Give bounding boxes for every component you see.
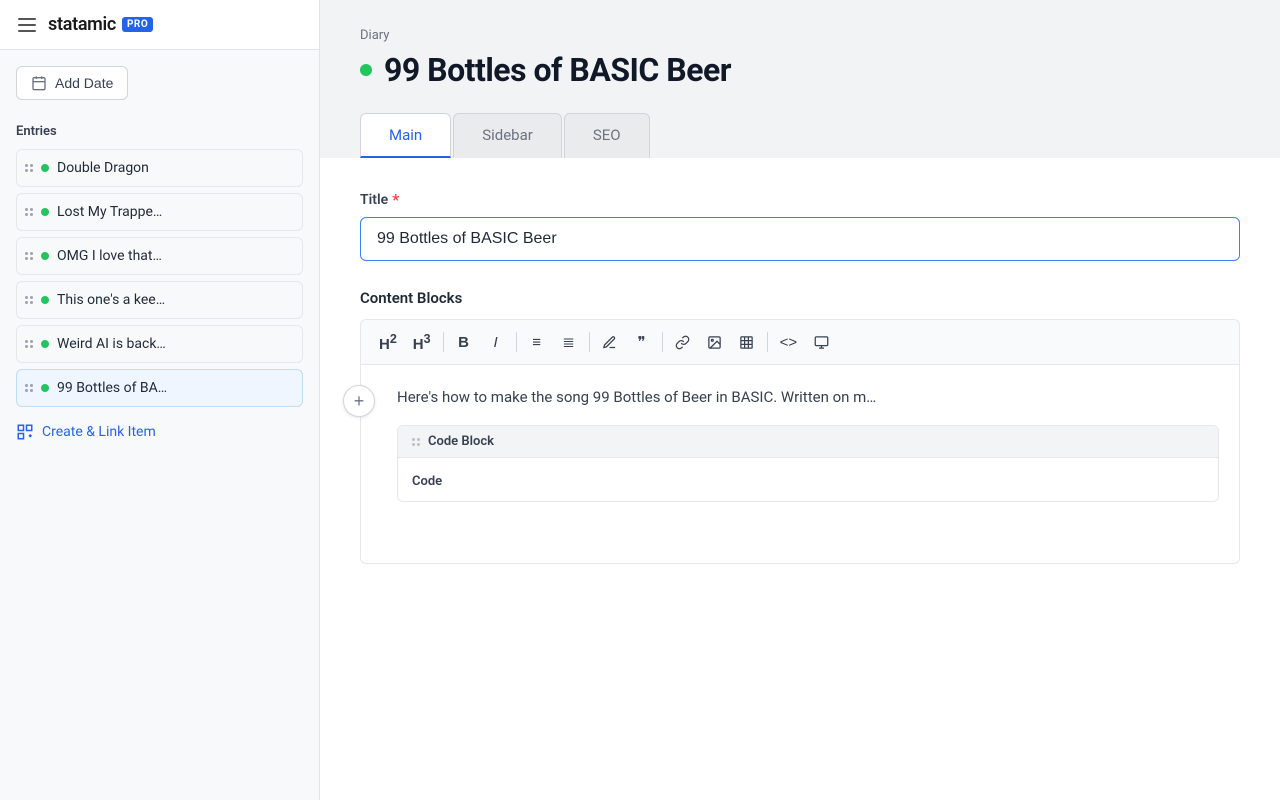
page-header: Diary 99 Bottles of BASIC Beer	[320, 0, 1280, 113]
tab-main[interactable]: Main	[360, 113, 451, 158]
create-link-label: Create & Link Item	[42, 424, 156, 440]
add-date-label: Add Date	[55, 75, 113, 91]
add-block-button[interactable]: +	[343, 385, 375, 417]
content-toolbar: H2 H3 B I ≡ ≣ ❞ <>	[360, 319, 1240, 364]
editor-content: Here's how to make the song 99 Bottles o…	[361, 365, 1239, 522]
toolbar-h2-button[interactable]: H2	[373, 328, 403, 356]
sidebar-header: statamic PRO	[0, 0, 319, 50]
entry-item-2[interactable]: Lost My Trappe…	[16, 193, 303, 231]
page-title-row: 99 Bottles of BASIC Beer	[360, 51, 1240, 89]
page-title: 99 Bottles of BASIC Beer	[384, 51, 731, 89]
toolbar-ol-button[interactable]: ≣	[555, 328, 583, 356]
entry-status-dot-4	[41, 296, 49, 304]
entries-list: Double Dragon Lost My Trappe… OMG I love…	[16, 149, 303, 407]
toolbar-ul-button[interactable]: ≡	[523, 328, 551, 356]
required-star: *	[392, 190, 399, 209]
tabs-row: Main Sidebar SEO	[320, 113, 1280, 158]
code-block-header: Code Block	[398, 426, 1218, 458]
drag-handle-6	[25, 384, 33, 392]
create-link-icon	[16, 423, 34, 441]
menu-icon[interactable]	[18, 18, 36, 32]
code-block: Code Block Code	[397, 425, 1219, 502]
toolbar-separator-2	[516, 332, 517, 352]
entry-status-dot-2	[41, 208, 49, 216]
toolbar-terminal-button[interactable]	[807, 328, 835, 356]
entry-item-6[interactable]: 99 Bottles of BA…	[16, 369, 303, 407]
page-status-dot	[360, 64, 372, 76]
brand-pro-badge: PRO	[122, 17, 153, 32]
toolbar-code-button[interactable]: <>	[774, 328, 804, 356]
drag-handle-4	[25, 296, 33, 304]
title-input[interactable]	[360, 217, 1240, 261]
toolbar-quote-button[interactable]: ❞	[628, 328, 656, 356]
entry-name-1: Double Dragon	[57, 160, 294, 176]
entry-item-1[interactable]: Double Dragon	[16, 149, 303, 187]
entry-name-2: Lost My Trappe…	[57, 204, 294, 220]
toolbar-highlight-button[interactable]	[596, 328, 624, 356]
toolbar-link-button[interactable]	[669, 328, 697, 356]
code-label: Code	[412, 474, 442, 489]
editor-paragraph[interactable]: Here's how to make the song 99 Bottles o…	[397, 385, 1219, 409]
title-field-label: Title *	[360, 190, 1240, 209]
toolbar-table-button[interactable]	[733, 328, 761, 356]
entry-status-dot-5	[41, 340, 49, 348]
toolbar-italic-button[interactable]: I	[482, 328, 510, 356]
breadcrumb: Diary	[360, 28, 1240, 43]
create-link-item[interactable]: Create & Link Item	[16, 423, 303, 441]
toolbar-bold-button[interactable]: B	[450, 328, 478, 356]
drag-handle-2	[25, 208, 33, 216]
toolbar-separator-3	[589, 332, 590, 352]
add-date-button[interactable]: Add Date	[16, 66, 128, 100]
main-content: Diary 99 Bottles of BASIC Beer Main Side…	[320, 0, 1280, 800]
entry-status-dot-6	[41, 384, 49, 392]
content-blocks-label: Content Blocks	[360, 289, 1240, 307]
toolbar-separator-5	[767, 332, 768, 352]
form-area: Title * Content Blocks H2 H3 B I ≡ ≣ ❞	[320, 158, 1280, 800]
code-block-drag-handle	[412, 438, 420, 446]
entries-heading: Entries	[16, 124, 303, 139]
entry-name-3: OMG I love that…	[57, 248, 294, 264]
drag-handle-3	[25, 252, 33, 260]
calendar-icon	[31, 75, 47, 91]
drag-handle-1	[25, 164, 33, 172]
code-block-body[interactable]: Code	[398, 458, 1218, 501]
tab-seo[interactable]: SEO	[564, 113, 650, 158]
entry-name-6: 99 Bottles of BA…	[57, 380, 294, 396]
entry-status-dot-1	[41, 164, 49, 172]
toolbar-image-button[interactable]	[701, 328, 729, 356]
toolbar-h3-button[interactable]: H3	[407, 328, 437, 356]
toolbar-separator-1	[443, 332, 444, 352]
brand-name: statamic	[48, 14, 116, 35]
editor-area: + Here's how to make the song 99 Bottles…	[360, 364, 1240, 564]
entry-item-4[interactable]: This one's a kee…	[16, 281, 303, 319]
entry-name-4: This one's a kee…	[57, 292, 294, 308]
brand: statamic PRO	[48, 14, 153, 35]
sidebar: statamic PRO Add Date Entries Double Dra…	[0, 0, 320, 800]
sidebar-body: Add Date Entries Double Dragon Lost My T…	[0, 50, 319, 800]
code-block-title: Code Block	[428, 434, 494, 449]
entry-status-dot-3	[41, 252, 49, 260]
entry-name-5: Weird AI is back…	[57, 336, 294, 352]
entry-item-5[interactable]: Weird AI is back…	[16, 325, 303, 363]
toolbar-separator-4	[662, 332, 663, 352]
drag-handle-5	[25, 340, 33, 348]
tab-sidebar[interactable]: Sidebar	[453, 113, 562, 158]
entry-item-3[interactable]: OMG I love that…	[16, 237, 303, 275]
